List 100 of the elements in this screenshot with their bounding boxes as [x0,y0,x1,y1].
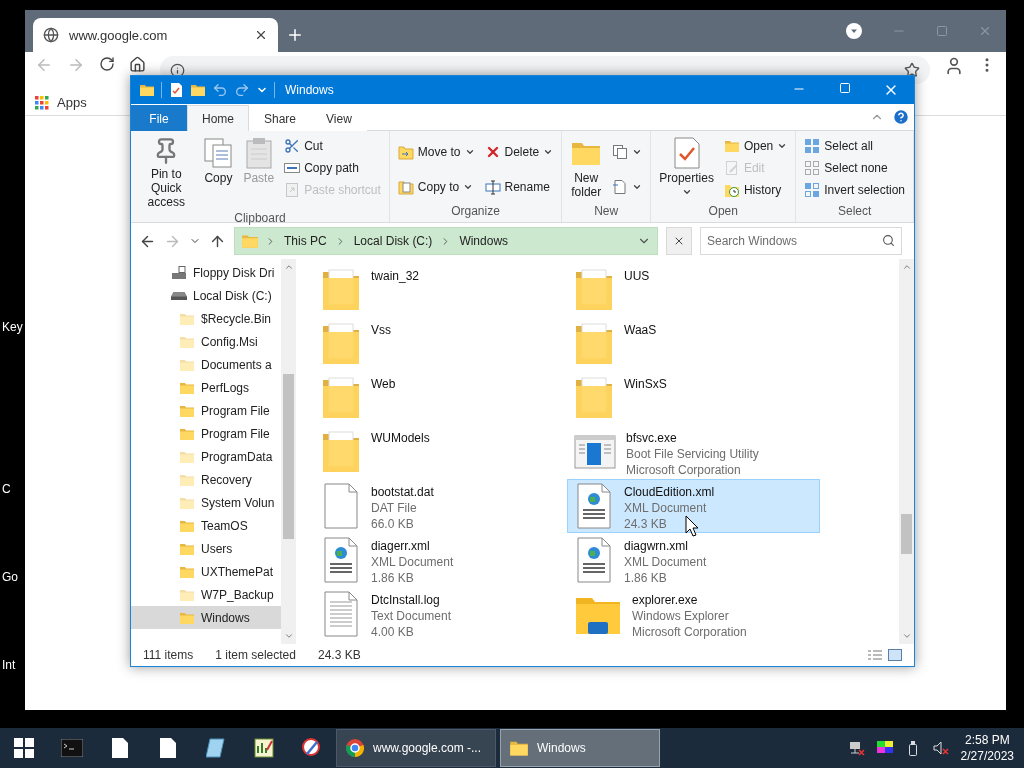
clock-date: 2/27/2023 [960,748,1014,764]
scrollbar[interactable] [281,259,296,644]
ribbon-button[interactable]: Move to [393,141,479,164]
tree-item[interactable]: Program File [131,422,281,445]
tree-item[interactable]: Config.Msi [131,330,281,353]
ribbon-button[interactable]: Copy to [393,175,479,198]
scrollbar[interactable] [899,259,914,644]
floppy-drive-icon [171,264,187,281]
ribbon-button[interactable]: Copy [199,135,238,187]
undo-icon[interactable] [212,82,228,98]
tree-item[interactable]: PerfLogs [131,376,281,399]
selection-count: 1 item selected [215,648,296,662]
ribbon-button[interactable]: Open [719,135,792,157]
reload-icon[interactable] [99,56,115,72]
mouse-cursor-icon [685,515,699,537]
file-tile[interactable]: twain_32 [314,263,567,317]
ribbon-button[interactable]: Invert selection [800,179,909,201]
tree-item[interactable]: Users [131,537,281,560]
file-tile[interactable]: DtcInstall.log Text Document 4.00 KB [314,587,567,641]
ribbon-button[interactable]: Select none [800,157,909,179]
history-icon [723,182,740,198]
home-icon[interactable] [129,56,146,73]
profile-icon[interactable] [944,56,964,76]
scroll-up-icon[interactable] [901,262,912,272]
address-bar[interactable]: This PC Local Disk (C:) Windows [234,227,658,255]
ribbon-button[interactable]: History [719,179,792,201]
scroll-up-icon[interactable] [283,262,294,272]
scroll-down-icon[interactable] [901,631,912,641]
file-tile[interactable]: WUModels [314,425,567,479]
file-detail: 4.00 KB [371,624,414,640]
tree-item[interactable]: Program File [131,399,281,422]
new-tab-icon[interactable] [286,26,304,44]
tree-item[interactable]: ProgramData [131,445,281,468]
tree-item[interactable]: Recovery [131,468,281,491]
tree-item[interactable]: W7P_Backup [131,583,281,606]
file-tile[interactable]: bfsvc.exe Boot File Servicing Utility Microsoft Corporation [567,425,820,479]
bookmark-link[interactable]: Apps [57,95,87,110]
file-tile[interactable]: Web [314,371,567,425]
file-tile[interactable]: WaaS [567,317,820,371]
file-detail: Boot File Servicing Utility [626,446,759,462]
file-menu-tab[interactable]: File [131,105,187,131]
ribbon-button[interactable]: Copy path [280,157,385,179]
breadcrumb[interactable]: Windows [457,234,511,248]
tree-item-label: PerfLogs [201,380,250,395]
help-icon[interactable] [892,108,910,126]
tree-item[interactable]: Floppy Disk Dri [131,261,281,284]
file-tile[interactable]: CloudEdition.xml XML Document 24.3 KB [567,479,820,533]
file-tile[interactable]: Vss [314,317,567,371]
folder-icon [139,82,155,98]
file-tile[interactable]: diagerr.xml XML Document 1.86 KB [314,533,567,587]
file-name: CloudEdition.xml [624,484,715,500]
new-item-icon [612,144,629,161]
tree-item[interactable]: UXThemePat [131,560,281,583]
globe-icon [43,27,59,43]
redo-icon[interactable] [234,82,250,98]
clock[interactable]: 2:58 PM 2/27/2023 [960,732,1014,764]
open-folder-icon [723,138,740,154]
file-name: WUModels [371,430,430,446]
invert-selection-icon [804,182,821,198]
taskbar-window-button[interactable]: www.google.com -... [336,729,496,767]
scrollbar-thumb[interactable] [901,514,912,554]
tree-item[interactable]: Documents a [131,353,281,376]
breadcrumb[interactable]: Local Disk (C:) [351,234,435,248]
file-tile[interactable]: WinSxS [567,371,820,425]
ribbon-button[interactable]: New folder [566,135,607,201]
star-icon[interactable] [904,62,920,78]
tree-item[interactable]: $Recycle.Bin [131,307,281,330]
ribbon-button[interactable]: Rename [480,175,558,198]
scroll-down-icon[interactable] [283,631,294,641]
file-detail: 66.0 KB [371,516,414,532]
xml-document-icon [321,536,361,584]
ribbon-button[interactable]: Select all [800,135,909,157]
file-tile[interactable]: UUS [567,263,820,317]
ribbon-tab[interactable]: Home [187,105,249,131]
profile-dropdown-icon [846,23,862,39]
tree-item-label: TeamOS [201,518,248,533]
document-icon [112,738,128,758]
scrollbar-thumb[interactable] [283,374,294,539]
tree-item-label: Documents a [201,357,272,372]
tree-item-label: Local Disk (C:) [193,288,272,303]
tree-item[interactable]: TeamOS [131,514,281,537]
search-field[interactable]: Search Windows [700,227,902,255]
ribbon-button[interactable]: Pin to Quick access [135,135,198,211]
file-tile[interactable]: explorer.exe Windows Explorer Microsoft Corporation [567,587,820,641]
taskbar-window-button[interactable]: Windows [500,729,660,767]
browser-tab[interactable]: www.google.com [33,18,278,52]
ribbon-button[interactable]: Delete [480,141,558,164]
document-icon [160,738,176,758]
tree-item-label: System Volun [201,495,275,510]
tree-item[interactable]: Local Disk (C:) [131,284,281,307]
file-name: WaaS [624,322,657,338]
ribbon-button[interactable]: Cut [280,135,385,157]
tree-item[interactable]: System Volun [131,491,281,514]
file-tile[interactable]: bootstat.dat DAT File 66.0 KB [314,479,567,533]
breadcrumb[interactable]: This PC [282,234,329,248]
file-name: bootstat.dat [371,484,434,500]
ribbon-button[interactable]: Properties [655,135,718,199]
file-tile[interactable]: diagwrn.xml XML Document 1.86 KB [567,533,820,587]
tree-item[interactable]: Windows [131,606,281,629]
easy-access-icon [612,178,629,195]
